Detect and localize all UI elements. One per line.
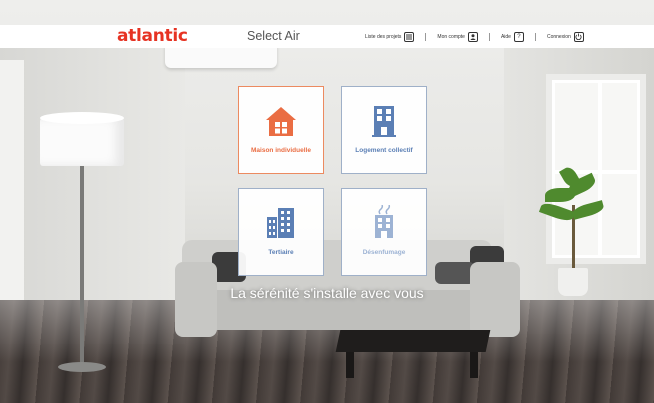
office-buildings-icon: [267, 208, 294, 238]
nav-separator: [534, 32, 536, 41]
header-nav: Liste des projets Mon compte Aide ? Conn…: [365, 25, 595, 48]
house-icon: [266, 107, 296, 136]
tile-tertiaire[interactable]: Tertiaire: [238, 188, 324, 276]
tile-maison-individuelle[interactable]: Maison individuelle: [238, 86, 324, 174]
tile-label: Tertiaire: [268, 249, 294, 256]
floor-lamp-shade: [40, 112, 124, 166]
power-icon: [573, 31, 584, 42]
nav-separator: [488, 32, 490, 41]
tile-logement-collectif[interactable]: Logement collectif: [341, 86, 427, 174]
nav-account-link[interactable]: Mon compte: [437, 31, 478, 42]
nav-login-label: Connexion: [546, 33, 571, 40]
atlantic-logo[interactable]: atlantic: [117, 26, 188, 46]
nav-help-label: Aide: [500, 33, 511, 40]
coffee-table: [335, 330, 491, 352]
tagline: La sérénité s'installe avec vous: [230, 285, 424, 301]
app-title: Select Air: [247, 29, 300, 43]
tile-label: Désenfumage: [362, 249, 406, 256]
coffee-table-leg: [346, 352, 354, 378]
floor-lamp-pole: [80, 166, 84, 366]
tile-desenfumage[interactable]: Désenfumage: [341, 188, 427, 276]
nav-projects-link[interactable]: Liste des projets: [365, 31, 415, 42]
help-icon: ?: [513, 31, 524, 42]
floor-lamp-base: [58, 362, 106, 372]
nav-projects-label: Liste des projets: [365, 33, 402, 40]
nav-help-link[interactable]: Aide ?: [500, 31, 524, 42]
top-header-bar: atlantic Select Air Liste des projets Mo…: [0, 25, 654, 48]
nav-login-link[interactable]: Connexion: [546, 31, 584, 42]
plant-pot: [558, 268, 588, 296]
apartment-building-icon: [372, 106, 396, 137]
window-right: [546, 74, 646, 264]
tile-label: Logement collectif: [355, 147, 413, 154]
window-left: [0, 60, 24, 320]
smoke-extraction-building-icon: [375, 205, 393, 238]
coffee-table-leg: [470, 352, 478, 378]
user-icon: [467, 31, 478, 42]
nav-separator: [425, 32, 427, 41]
background-room-scene: [0, 0, 654, 403]
sofa-cushion: [435, 262, 475, 284]
nav-account-label: Mon compte: [437, 33, 465, 40]
list-icon: [404, 31, 415, 42]
tile-label: Maison individuelle: [251, 147, 311, 154]
